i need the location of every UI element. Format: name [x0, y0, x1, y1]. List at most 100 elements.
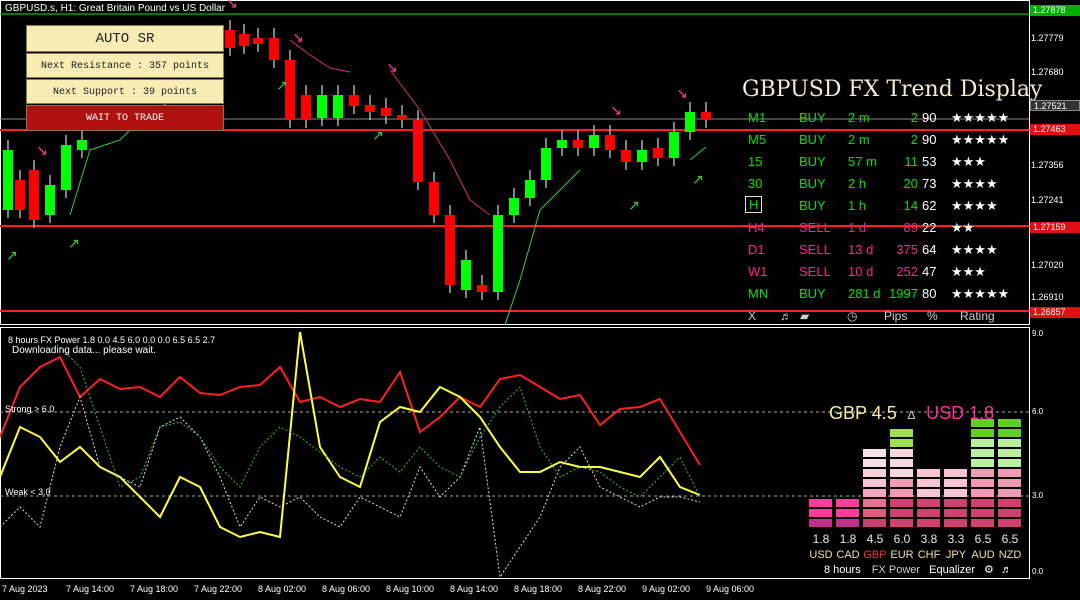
equalizer-bar — [998, 469, 1021, 477]
trend-row-w1: W1 SELL 10 d 252 47 ★★★ — [740, 264, 1030, 284]
fx-power-label[interactable]: FX Power — [872, 564, 920, 576]
trend-rating: ★★★★ — [951, 198, 998, 213]
candle — [541, 148, 551, 180]
trend-dir: SELL — [799, 220, 831, 235]
power-scale-tick: 0.0 — [1032, 567, 1044, 576]
price-tick: 1.27779 — [1031, 33, 1064, 43]
sound-icon[interactable]: ♬ — [1001, 564, 1012, 576]
equalizer-currency[interactable]: NZD — [998, 549, 1022, 561]
equalizer-bar — [944, 509, 967, 517]
equalizer-bar — [944, 469, 967, 477]
trend-pips: 1997 — [889, 286, 918, 301]
equalizer-currency[interactable]: GBP — [863, 549, 887, 561]
trend-row-m5: M5 BUY 2 m 2 90 ★★★★★ — [740, 132, 1030, 152]
signal-arrow-icon: ↗ — [628, 198, 640, 214]
equalizer-value: 6.0 — [893, 532, 911, 546]
candle — [381, 108, 391, 116]
price-tick: 1.27878 — [1030, 5, 1080, 16]
download-status: Downloading data... please wait. — [12, 345, 156, 356]
equalizer-bar — [863, 479, 886, 487]
equalizer-bar — [917, 489, 940, 497]
equalizer-bar — [917, 509, 940, 517]
candle — [397, 115, 407, 120]
trend-dur: 2 h — [848, 176, 867, 191]
price-chart-panel[interactable]: ↘ ↘ ↘ ↘ ↘ ↗ ↗ ↗ ↗ ↗ ↗ ↘ GBPUSD.s, H1: Great Britain… — [0, 0, 1080, 326]
next-resistance-label: Next Resistance : 357 points — [26, 53, 224, 78]
signal-arrow-icon: ↘ — [676, 86, 688, 102]
equalizer-bar — [971, 509, 994, 517]
equalizer-bar — [809, 519, 832, 527]
trend-pct: 47 — [922, 264, 937, 279]
sort-icon[interactable]: ▰ — [800, 309, 809, 323]
period-selector[interactable]: 8 hours — [824, 564, 861, 576]
candle — [637, 150, 647, 162]
trend-pct: 73 — [922, 176, 937, 191]
trend-row-15: 15 BUY 57 m 11 53 ★★★ — [740, 154, 1030, 174]
next-support-label: Next Support : 39 points — [26, 79, 224, 104]
trend-pct: 22 — [922, 220, 937, 235]
trend-dur: 1 h — [848, 198, 867, 213]
trend-tf: H4 — [748, 220, 765, 235]
wait-to-trade-button[interactable]: WAIT TO TRADE — [26, 105, 224, 131]
equalizer-bar — [809, 499, 832, 507]
rating-header: Rating — [960, 309, 995, 323]
candle — [77, 140, 87, 150]
equalizer-bar — [863, 489, 886, 497]
candle — [653, 148, 663, 158]
equalizer-currency[interactable]: AUD — [971, 549, 995, 561]
usd-power-line — [0, 355, 701, 466]
candle — [669, 132, 679, 158]
time-tick: 8 Aug 18:00 — [514, 584, 563, 594]
trend-dur: 1 d — [848, 220, 867, 235]
signal-arrow-icon: ↘ — [36, 143, 48, 159]
trend-pct: 90 — [922, 132, 937, 147]
candle — [445, 215, 455, 285]
equalizer-bar — [917, 479, 940, 487]
equalizer-bar — [944, 479, 967, 487]
price-tick: 1.27521 — [1030, 100, 1080, 111]
signal-arrow-icon: ↘ — [386, 60, 398, 76]
price-tick: 1.26857 — [1030, 307, 1080, 318]
equalizer-toggle[interactable]: Equalizer — [929, 564, 975, 576]
equalizer-currency[interactable]: JPY — [944, 549, 968, 561]
quote-strength: USD 1.8 — [926, 403, 995, 423]
equalizer-bar — [944, 489, 967, 497]
equalizer-currency[interactable]: CAD — [836, 549, 860, 561]
equalizer-bar — [836, 519, 859, 527]
equalizer-currency[interactable]: CHF — [917, 549, 941, 561]
close-icon[interactable]: X — [748, 309, 756, 323]
trend-tf: M5 — [748, 132, 767, 147]
time-tick: 8 Aug 14:00 — [450, 584, 499, 594]
equalizer-bar — [890, 439, 913, 447]
equalizer-bar — [863, 459, 886, 467]
equalizer-bar — [890, 469, 913, 477]
equalizer-bar — [998, 499, 1021, 507]
fx-power-panel[interactable]: 8 hours FX Power 1.8 0.0 4.5 6.0 0.0 0.0… — [0, 327, 1080, 579]
equalizer-value: 6.5 — [1001, 532, 1019, 546]
candle — [477, 285, 487, 292]
clock-icon[interactable]: ◷ — [847, 309, 857, 323]
delta-icon: ∆ — [907, 408, 916, 422]
candle — [45, 185, 55, 215]
equalizer-bar — [944, 519, 967, 527]
trend-pct: 90 — [922, 110, 937, 125]
trend-rating: ★★★★ — [951, 176, 998, 191]
time-tick: 8 Aug 10:00 — [386, 584, 435, 594]
time-tick: 9 Aug 02:00 — [642, 584, 691, 594]
trend-pct: 80 — [922, 286, 937, 301]
equalizer-currency[interactable]: USD — [809, 549, 833, 561]
equalizer-bar — [971, 429, 994, 437]
power-scale-tick: 6.0 — [1032, 407, 1044, 416]
price-tick: 1.27241 — [1031, 195, 1064, 205]
equalizer-currency[interactable]: EUR — [890, 549, 914, 561]
equalizer-bar — [863, 519, 886, 527]
settings-icon[interactable]: ⚙ — [984, 564, 994, 576]
candle — [525, 180, 535, 198]
trend-dir: SELL — [799, 264, 831, 279]
power-scale-tick: 9.0 — [1032, 329, 1044, 338]
equalizer-bar — [890, 459, 913, 467]
equalizer-bar — [917, 499, 940, 507]
sound-icon[interactable]: ♬ — [780, 309, 792, 323]
trend-dur: 2 m — [848, 110, 870, 125]
trend-dir: BUY — [799, 110, 826, 125]
